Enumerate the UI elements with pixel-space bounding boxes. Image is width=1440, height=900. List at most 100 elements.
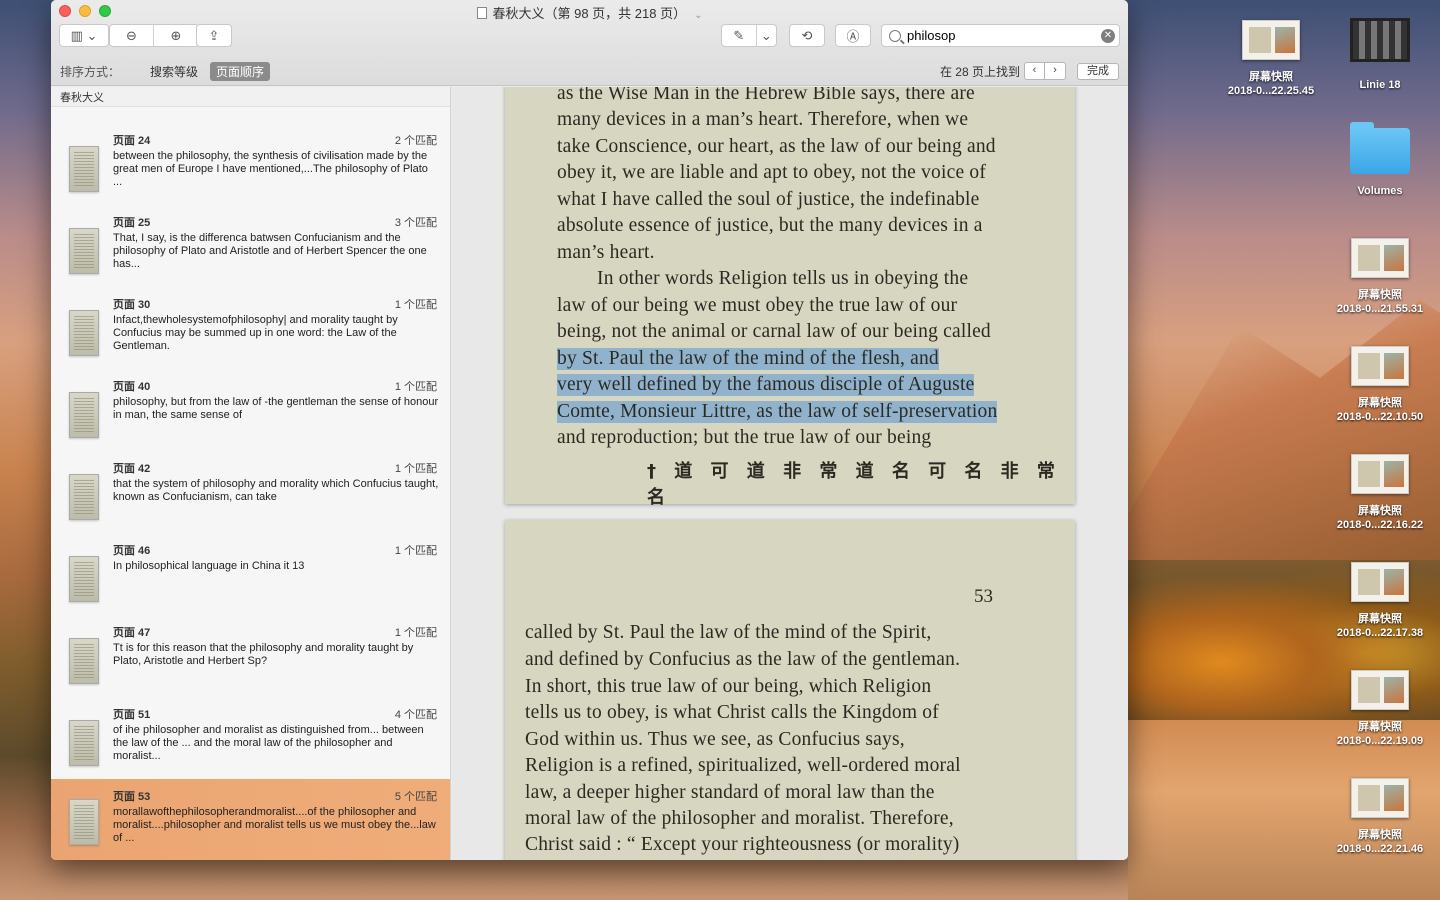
page-thumbnail: [69, 556, 99, 602]
text-line: many devices in a man’s heart. Therefore…: [557, 109, 969, 130]
search-result-item[interactable]: 页面 30 1 个匹配 Infact,thewholesystemofphilo…: [51, 296, 450, 378]
text-line: law of our being we must obey the true l…: [557, 295, 958, 316]
highlighted-text-line: very well defined by the famous disciple…: [557, 374, 975, 396]
text-line: Christ said : “ Except your righteousnes…: [525, 834, 960, 855]
page-thumbnail: [69, 310, 99, 356]
zoom-in-button[interactable]: ⊕: [154, 25, 198, 46]
search-result-item[interactable]: 页面 24 2 个匹配 between the philosophy, the …: [51, 132, 450, 214]
result-match-count: 1 个匹配: [394, 381, 437, 393]
sidebar-view-menu[interactable]: ▥ ⌄: [59, 24, 109, 47]
search-result-item[interactable]: 页面 51 4 个匹配 of ihe philosopher and moral…: [51, 706, 450, 788]
previous-result-button[interactable]: ‹: [1025, 63, 1045, 79]
sidebar-toggle-icon[interactable]: ▥ ⌄: [60, 25, 108, 46]
text-line: tells us to obey, is what Christ calls t…: [525, 702, 939, 723]
desktop-icon-label: 屏幕快照 2018-0...22.19.09: [1336, 721, 1424, 747]
result-match-count: 3 个匹配: [394, 217, 437, 229]
text-line: and reproduction; but the true law of ou…: [557, 427, 932, 448]
preview-window: 春秋大义（第 98 页，共 218 页） ⌄ ▥ ⌄ ⊖ ⊕ ⇪ ✎ ⌄ ⟲ Ⓐ …: [51, 0, 1128, 860]
page-thumbnail: [69, 392, 99, 438]
share-icon: ⇪: [208, 27, 220, 43]
result-page-number: 页面 40: [113, 381, 151, 393]
clear-search-icon[interactable]: ✕: [1101, 28, 1115, 43]
result-page-number: 页面 46: [113, 545, 151, 557]
done-button[interactable]: 完成: [1077, 62, 1119, 80]
search-field[interactable]: ✕: [881, 24, 1120, 47]
desktop-icon-screenshot[interactable]: 屏幕快照 2018-0...21.55.31: [1330, 238, 1430, 316]
search-result-item[interactable]: 页面 42 1 个匹配 that the system of philosoph…: [51, 460, 450, 542]
result-snippet: Tt is for this reason that the philosoph…: [113, 642, 414, 667]
result-page-number: 页面 24: [113, 135, 151, 147]
text-line: being, not the animal or carnal law of o…: [557, 321, 991, 342]
page-thumbnail: [69, 720, 99, 766]
search-result-item[interactable]: 页面 40 1 个匹配 philosophy, but from the law…: [51, 378, 450, 460]
result-match-count: 1 个匹配: [394, 463, 437, 475]
desktop-icon-screenshot[interactable]: 屏幕快照 2018-0...22.19.09: [1330, 670, 1430, 748]
text-line: what I have called the soul of justice, …: [557, 189, 980, 210]
result-match-count: 1 个匹配: [394, 627, 437, 639]
markup-icon: Ⓐ: [846, 29, 860, 44]
screenshot-thumbnail-icon: [1351, 454, 1409, 494]
folder-icon: [1350, 122, 1410, 174]
text-line: absolute essence of justice, but the man…: [557, 215, 983, 236]
screenshot-thumbnail-icon: [1351, 670, 1409, 710]
zoom-control: ⊖ ⊕: [109, 24, 199, 47]
highlighter-icon: ✎: [733, 27, 745, 43]
film-icon: [1350, 18, 1410, 62]
next-result-button[interactable]: ›: [1045, 63, 1065, 79]
chevron-down-icon[interactable]: ⌄: [694, 10, 702, 21]
search-result-item[interactable]: 页面 25 3 个匹配 That, I say, is the differen…: [51, 214, 450, 296]
text-line: obey it, we are liable and apt to obey, …: [557, 162, 987, 183]
document-icon: [476, 7, 487, 19]
search-input[interactable]: [907, 28, 1101, 43]
screenshot-thumbnail-icon: [1242, 20, 1300, 60]
search-sort-bar: 排序方式： 搜索等级 页面顺序 在 28 页上找到 ‹ › 完成: [51, 57, 1128, 85]
document-view[interactable]: as the Wise Man in the Hebrew Bible says…: [452, 87, 1128, 860]
result-navigation: ‹ ›: [1024, 62, 1066, 80]
chinese-footnote: † 道 可 道 非 常 道 名 可 名 非 常 名: [647, 461, 1061, 508]
desktop-icon-screenshot[interactable]: 屏幕快照 2018-0...22.10.50: [1330, 346, 1430, 424]
page-thumbnail: [69, 228, 99, 274]
highlight-control: ✎ ⌄: [721, 24, 777, 47]
text-line: Religion is a refined, spiritualized, we…: [525, 755, 961, 776]
desktop-icon-label: 屏幕快照 2018-0...22.25.45: [1227, 71, 1315, 97]
result-snippet: of ihe philosopher and moralist as disti…: [113, 724, 424, 762]
result-page-number: 页面 47: [113, 627, 151, 639]
search-result-item-selected[interactable]: 页面 53 5 个匹配 morallawofthephilosopherandm…: [51, 779, 450, 860]
zoom-out-button[interactable]: ⊖: [110, 25, 155, 46]
search-icon: [889, 29, 901, 42]
desktop-icon-screenshot[interactable]: 屏幕快照 2018-0...22.16.22: [1330, 454, 1430, 532]
screenshot-thumbnail-icon: [1351, 562, 1409, 602]
text-line: and defined by Confucius as the law of t…: [525, 649, 961, 670]
result-match-count: 4 个匹配: [394, 709, 437, 721]
search-result-item[interactable]: 页面 47 1 个匹配 Tt is for this reason that t…: [51, 624, 450, 706]
text-line: moral law of the philosopher and moralis…: [525, 808, 954, 829]
search-results-sidebar: 春秋大义 页面 24 2 个匹配 between the philosophy,…: [51, 87, 451, 860]
text-line: In other words Religion tells us in obey…: [597, 268, 969, 289]
result-snippet: that the system of philosophy and morali…: [113, 478, 439, 503]
highlight-options-button[interactable]: ⌄: [757, 25, 776, 46]
desktop-icon-screenshot[interactable]: 屏幕快照 2018-0...22.21.46: [1330, 778, 1430, 856]
desktop-icon-volumes[interactable]: Volumes: [1330, 122, 1430, 198]
page-number: 53: [974, 586, 993, 607]
screenshot-thumbnail-icon: [1351, 238, 1409, 278]
desktop-icon-screenshot[interactable]: 屏幕快照 2018-0...22.25.45: [1221, 20, 1321, 98]
result-page-number: 页面 51: [113, 709, 151, 721]
result-match-count: 2 个匹配: [394, 135, 437, 147]
share-button[interactable]: ⇪: [196, 24, 232, 47]
text-line: as the Wise Man in the Hebrew Bible says…: [557, 87, 975, 104]
desktop-icon-screenshot[interactable]: 屏幕快照 2018-0...22.17.38: [1330, 562, 1430, 640]
text-line: God within us. Thus we see, as Confucius…: [525, 729, 905, 750]
rotate-button[interactable]: ⟲: [789, 24, 825, 47]
search-result-item[interactable]: 页面 46 1 个匹配 In philosophical language in…: [51, 542, 450, 624]
sort-by-page-option[interactable]: 页面顺序: [210, 61, 271, 81]
highlighted-text-line: Comte, Monsieur Littre, as the law of se…: [557, 401, 998, 423]
highlight-button[interactable]: ✎: [722, 25, 757, 46]
sort-by-rank-option[interactable]: 搜索等级: [144, 62, 204, 81]
result-page-number: 页面 42: [113, 463, 151, 475]
result-snippet: Infact,thewholesystemofphilosophy| and m…: [113, 314, 398, 352]
result-snippet: That, I say, is the differenca batwsen C…: [113, 232, 427, 270]
markup-button[interactable]: Ⓐ: [835, 24, 871, 47]
page-thumbnail: [69, 638, 99, 684]
desktop-icon-label: 屏幕快照 2018-0...22.21.46: [1336, 829, 1424, 855]
desktop-icon-linie[interactable]: Linie 18: [1330, 18, 1430, 92]
